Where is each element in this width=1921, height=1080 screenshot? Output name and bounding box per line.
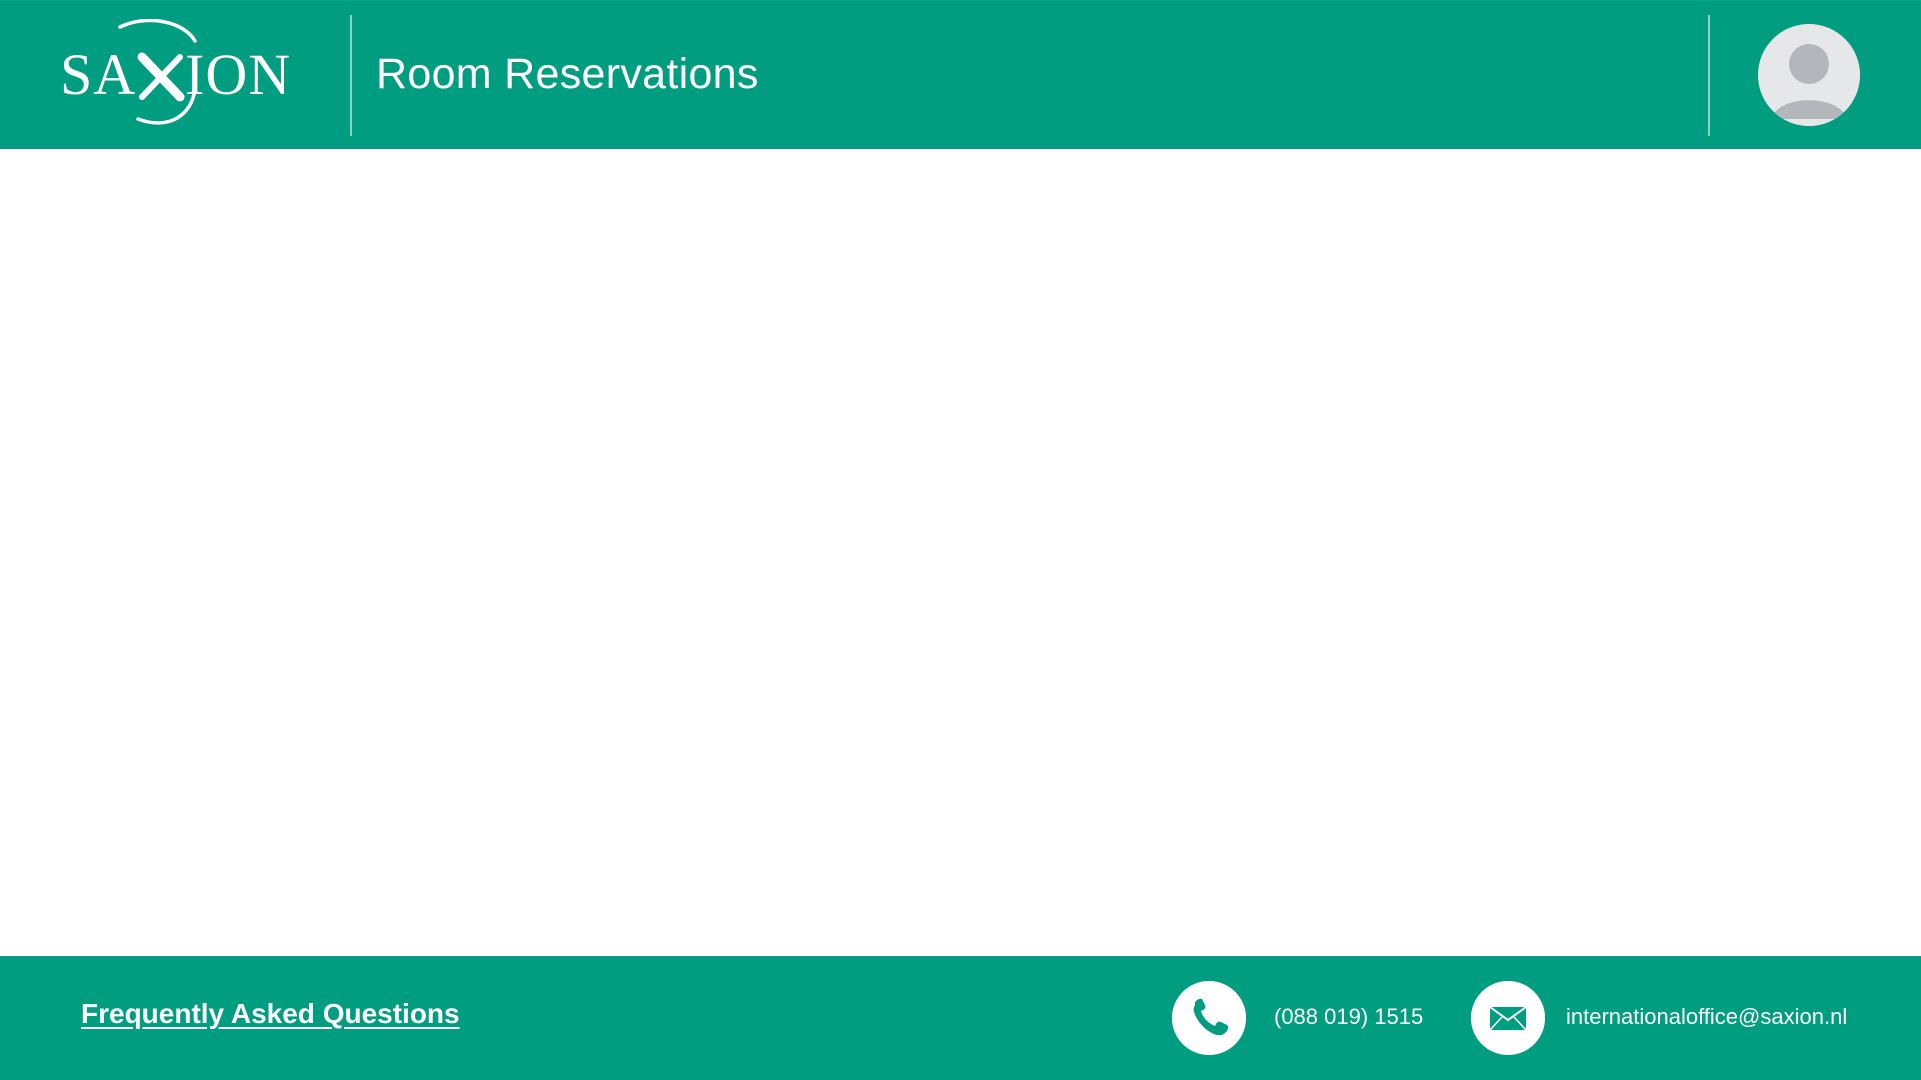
phone-icon[interactable] [1172, 981, 1246, 1055]
faq-link[interactable]: Frequently Asked Questions [81, 998, 460, 1030]
app-title: Room Reservations [376, 50, 759, 98]
svg-text:ION: ION [185, 42, 290, 107]
saxion-logo[interactable]: SA ION [60, 18, 290, 131]
phone-number[interactable]: (088 019) 1515 [1274, 1006, 1423, 1028]
footer-bar: Frequently Asked Questions (088 019) 151… [0, 956, 1921, 1080]
user-avatar-icon [1758, 24, 1860, 126]
header-divider-right [1708, 15, 1710, 136]
svg-text:SA: SA [60, 42, 136, 107]
header-divider-left [350, 15, 352, 136]
user-avatar-button[interactable] [1758, 24, 1860, 126]
header-bar: SA ION Room Reservations [0, 0, 1921, 149]
mail-icon[interactable] [1471, 981, 1545, 1055]
main-content-area [0, 149, 1921, 956]
email-address[interactable]: internationaloffice@saxion.nl [1566, 1006, 1847, 1028]
